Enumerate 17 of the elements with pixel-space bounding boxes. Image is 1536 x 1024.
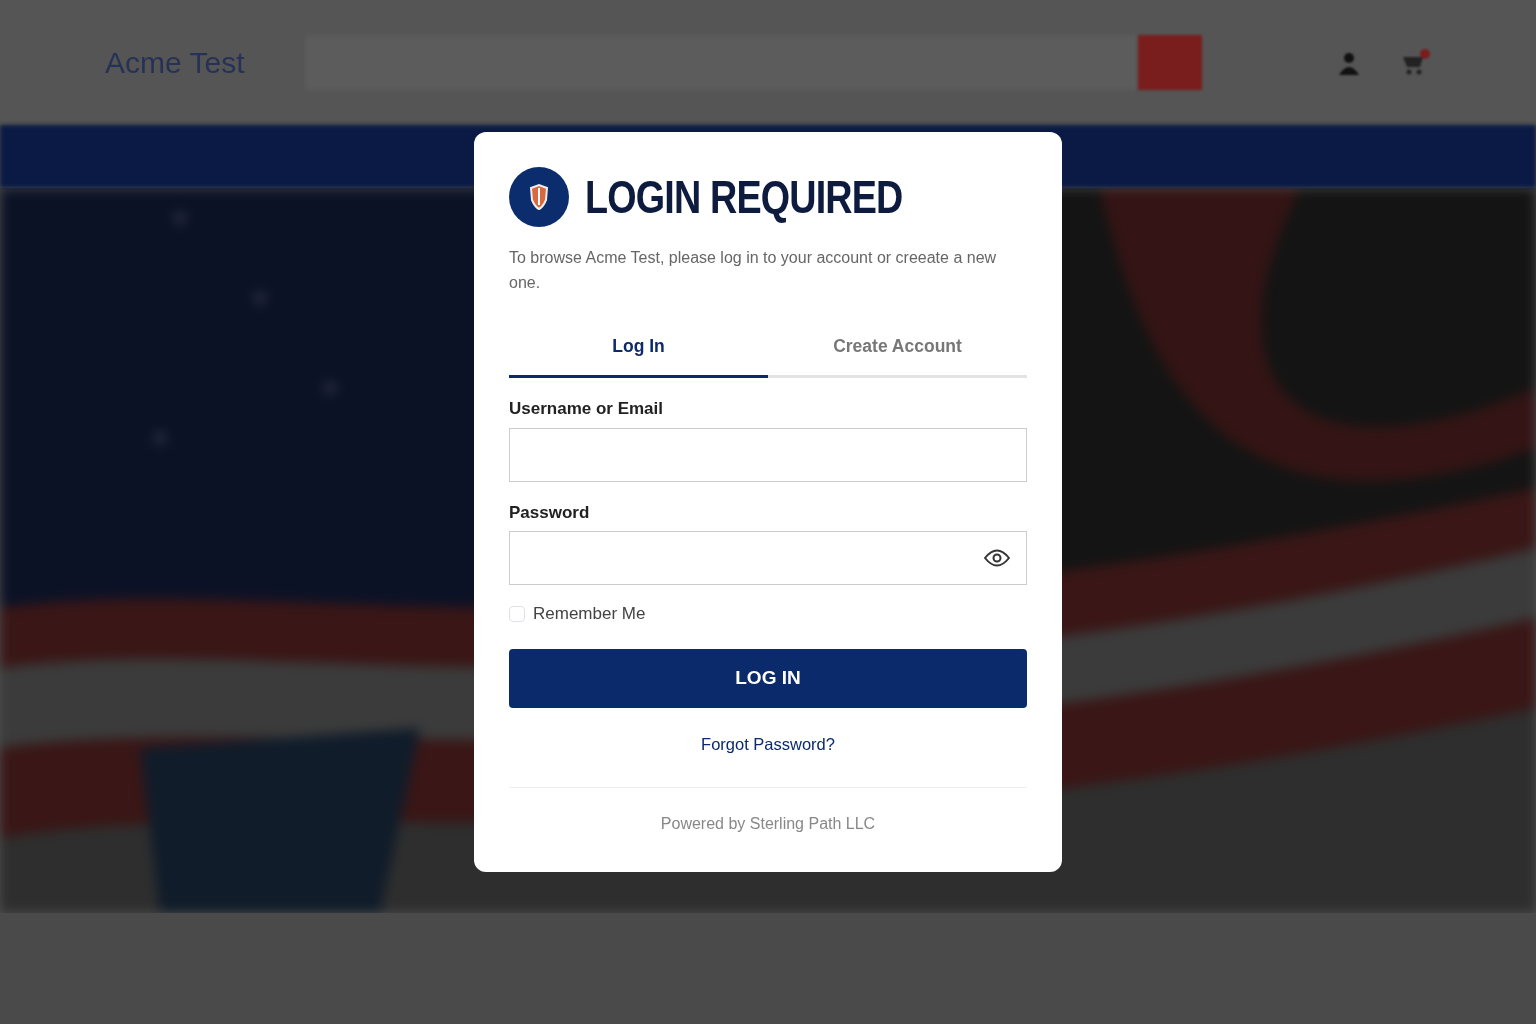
dialog-message: To browse Acme Test, please log in to your account or creeate a new one. bbox=[509, 248, 998, 293]
field-label: Username or Email bbox=[509, 398, 664, 421]
input-field[interactable] bbox=[509, 427, 1027, 482]
password-field[interactable] bbox=[509, 531, 1027, 586]
tab[interactable]: Log In bbox=[509, 319, 768, 379]
remember-checkbox[interactable] bbox=[509, 606, 525, 622]
search-button[interactable] bbox=[1138, 35, 1202, 90]
field-label: Password bbox=[509, 501, 591, 524]
login-button[interactable]: LOG IN bbox=[509, 648, 1027, 708]
cart-icon[interactable] bbox=[1401, 48, 1431, 77]
remember-label: Remember Me bbox=[533, 603, 646, 626]
forgot-password-link[interactable]: Forgot Password? bbox=[701, 734, 835, 753]
shield-logo-icon bbox=[509, 167, 569, 227]
user-icon[interactable] bbox=[1337, 50, 1361, 75]
powered-by-text: Powered by Sterling Path LLC bbox=[660, 814, 876, 832]
tab[interactable]: Create Account bbox=[768, 319, 1027, 379]
eye-icon[interactable] bbox=[984, 549, 1010, 568]
